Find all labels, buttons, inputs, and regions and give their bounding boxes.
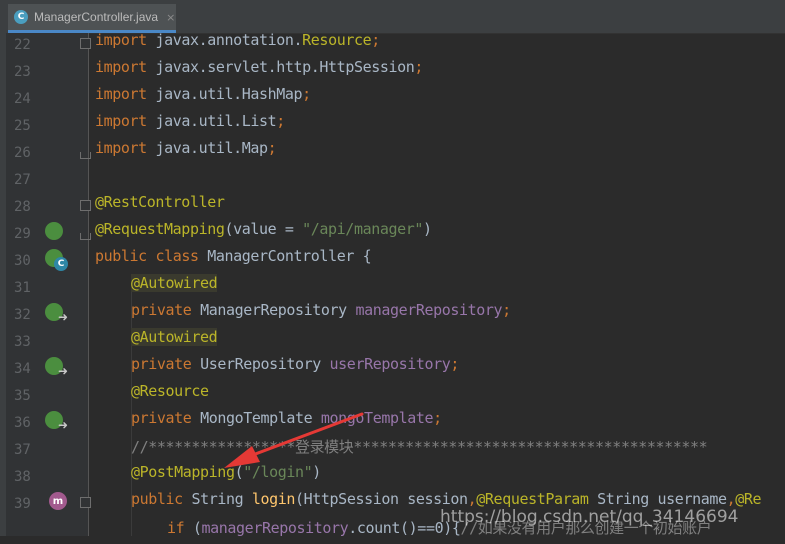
line-number: 22 <box>14 37 31 53</box>
fold-marker[interactable] <box>80 497 91 508</box>
code-line-31[interactable]: @Autowired <box>131 274 218 301</box>
line-number: 26 <box>14 145 31 161</box>
line-number: 36 <box>14 415 31 431</box>
fold-marker[interactable] <box>80 38 91 49</box>
navigate-arrow-icon: ➜ <box>58 310 69 324</box>
line-number: 23 <box>14 64 31 80</box>
line-number: 34 <box>14 361 31 377</box>
left-tool-strip <box>0 33 6 536</box>
editor-tab-bar: C ManagerController.java × <box>0 0 785 34</box>
line-number: 35 <box>14 388 31 404</box>
fold-end-marker[interactable] <box>80 152 91 159</box>
code-line-35[interactable]: @Resource <box>131 382 209 409</box>
fold-end-marker[interactable] <box>80 233 91 240</box>
code-line-36[interactable]: private MongoTemplate mongoTemplate; <box>131 409 442 436</box>
line-number: 28 <box>14 199 31 215</box>
line-number: 27 <box>14 172 31 188</box>
file-tab-label: ManagerController.java <box>34 10 159 24</box>
line-number: 39 <box>14 496 31 512</box>
code-line-29[interactable]: @RequestMapping(value = "/api/manager") <box>95 220 432 247</box>
class-icon: C <box>54 257 68 271</box>
code-line-26[interactable]: import java.util.Map; <box>95 139 277 166</box>
code-line-32[interactable]: private ManagerRepository managerReposit… <box>131 301 511 328</box>
line-number: 24 <box>14 91 31 107</box>
line-number: 31 <box>14 280 31 296</box>
code-line-28[interactable]: @RestController <box>95 193 225 220</box>
close-icon[interactable]: × <box>166 11 175 24</box>
gutter-separator <box>88 33 89 536</box>
code-line-37[interactable]: //*****************登录模块*****************… <box>131 436 708 463</box>
line-number: 29 <box>14 226 31 242</box>
navigate-arrow-icon: ➜ <box>58 418 69 432</box>
code-line-30[interactable]: public class ManagerController { <box>95 247 372 274</box>
line-number: 38 <box>14 469 31 485</box>
code-line-34[interactable]: private UserRepository userRepository; <box>131 355 459 382</box>
code-line-33[interactable]: @Autowired <box>131 328 218 355</box>
line-number: 30 <box>14 253 31 269</box>
line-number: 33 <box>14 334 31 350</box>
code-line-25[interactable]: import java.util.List; <box>95 112 285 139</box>
file-tab[interactable]: C ManagerController.java × <box>8 4 176 33</box>
line-number: 32 <box>14 307 31 323</box>
java-class-icon: C <box>14 10 28 24</box>
code-line-22[interactable]: import javax.annotation.Resource; <box>95 31 380 58</box>
navigate-arrow-icon: ➜ <box>58 364 69 378</box>
code-line-23[interactable]: import javax.servlet.http.HttpSession; <box>95 58 423 85</box>
fold-marker[interactable] <box>80 200 91 211</box>
line-number: 25 <box>14 118 31 134</box>
watermark: https://blog.csdn.net/qq_34146694 <box>440 507 739 527</box>
spring-bean-icon[interactable] <box>45 222 63 240</box>
code-line-38[interactable]: @PostMapping("/login") <box>131 463 321 490</box>
code-line-24[interactable]: import java.util.HashMap; <box>95 85 311 112</box>
method-icon[interactable]: m <box>49 492 67 510</box>
line-number: 37 <box>14 442 31 458</box>
